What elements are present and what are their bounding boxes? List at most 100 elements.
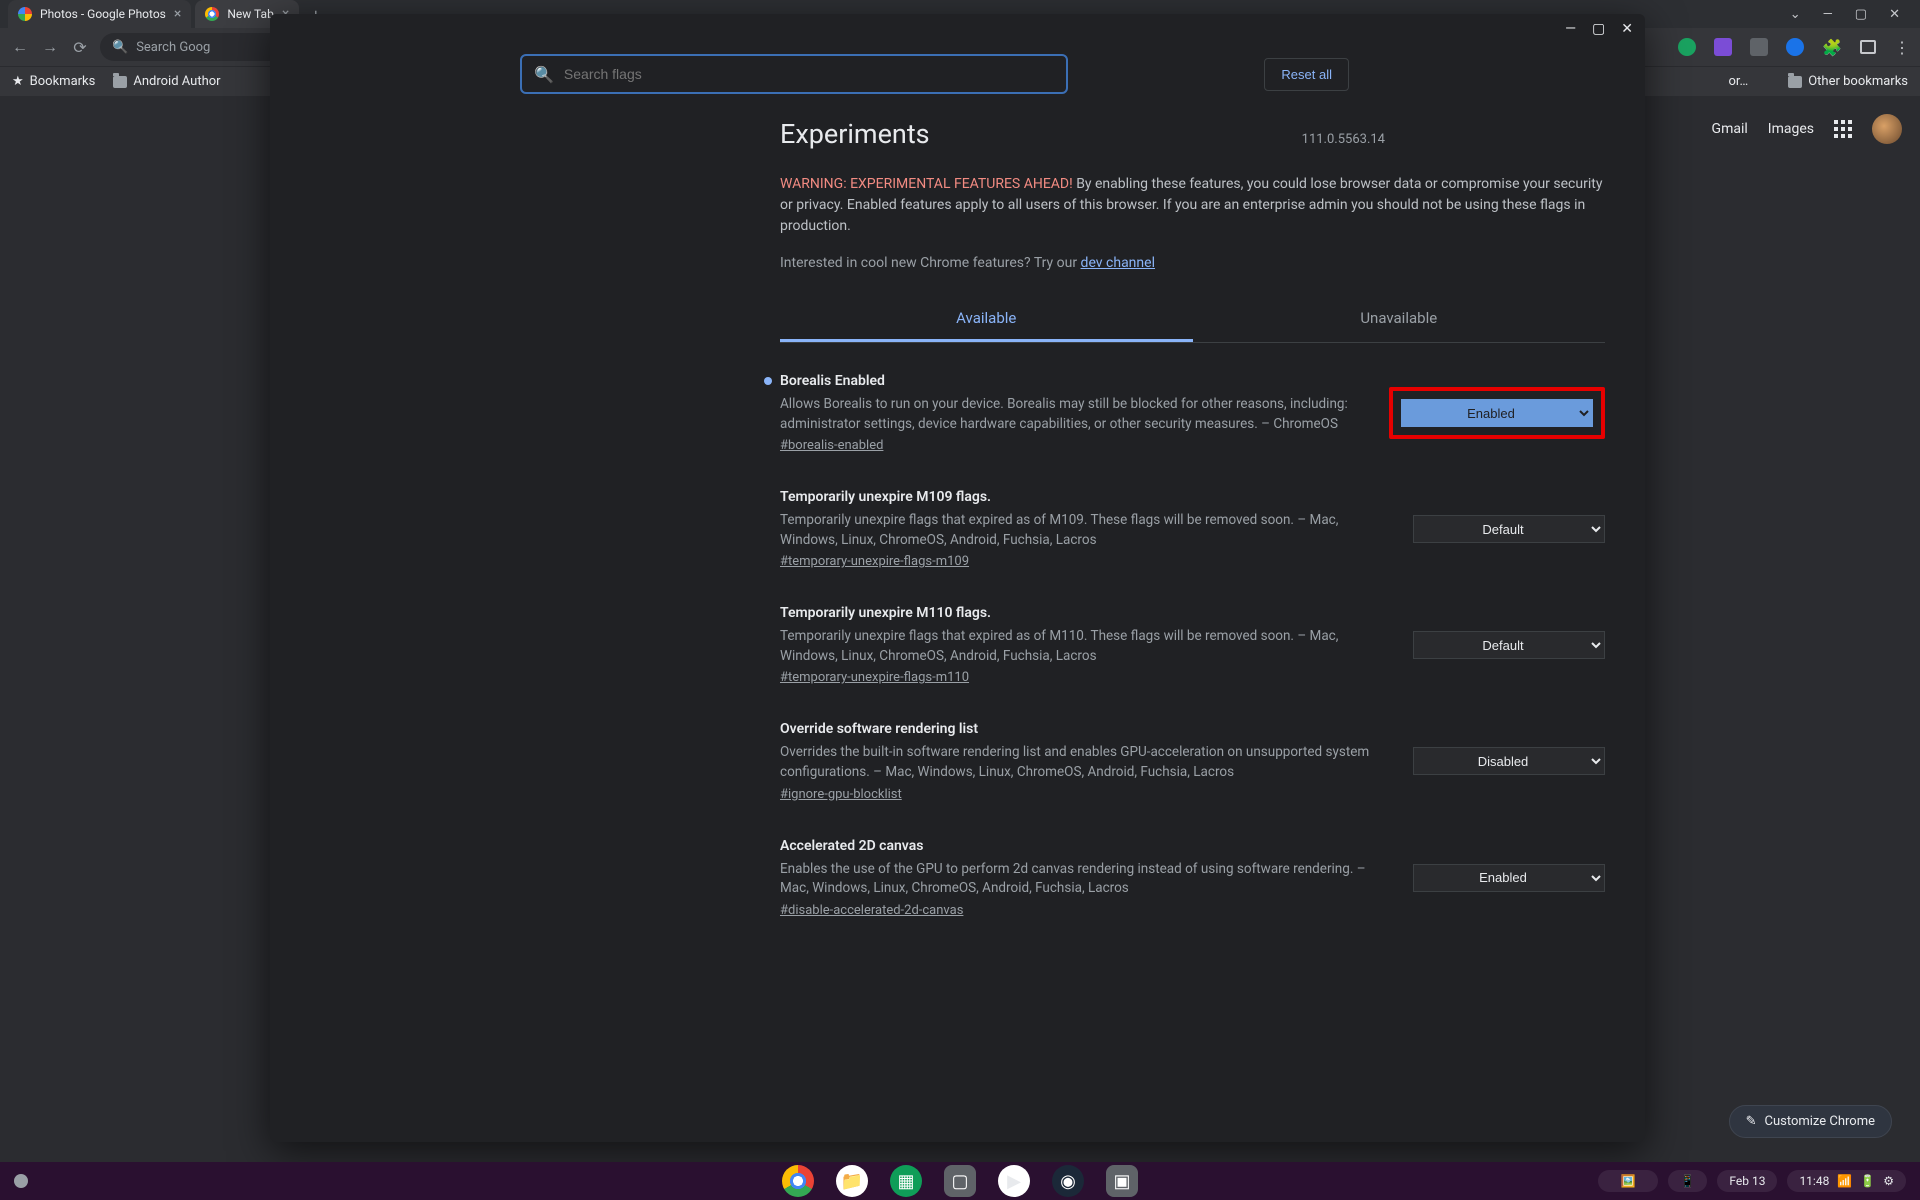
dev-channel-line: Interested in cool new Chrome features? … (780, 255, 1385, 271)
bookmark-folder[interactable]: Android Author (113, 74, 220, 89)
flags-body: Experiments 111.0.5563.14 WARNING: EXPER… (270, 94, 1645, 954)
pencil-icon: ✎ (1746, 1114, 1757, 1129)
flag-text: Accelerated 2D canvas Enables the use of … (780, 838, 1383, 918)
files-icon[interactable]: ▢ (944, 1165, 976, 1197)
flag-select[interactable]: Disabled (1413, 747, 1605, 775)
flag-select[interactable]: Enabled (1413, 864, 1605, 892)
settings-icon: ⚙ (1883, 1174, 1894, 1188)
maximize-icon[interactable]: ▢ (1592, 21, 1605, 37)
date-label: Feb 13 (1729, 1174, 1765, 1188)
flag-desc: Overrides the built-in software renderin… (780, 743, 1383, 782)
launcher-icon[interactable] (14, 1174, 28, 1188)
search-icon: 🔍 (112, 40, 128, 55)
bookmarks-label: Bookmarks (30, 74, 96, 89)
steam-icon[interactable]: ◉ (1052, 1165, 1084, 1197)
extension-icon[interactable] (1714, 38, 1732, 56)
shelf-status: 🖼️ 📱 Feb 13 11:48 📶 🔋 ⚙ (1598, 1170, 1906, 1192)
search-input[interactable]: 🔍 (520, 54, 1068, 94)
tab-unavailable[interactable]: Unavailable (1193, 297, 1606, 342)
dev-prefix: Interested in cool new Chrome features? … (780, 255, 1081, 271)
close-icon[interactable]: ✕ (1889, 7, 1900, 22)
flag-title: Accelerated 2D canvas (780, 838, 1383, 854)
flag-hash-link[interactable]: #borealis-enabled (780, 438, 883, 453)
flag-desc: Enables the use of the GPU to perform 2d… (780, 860, 1383, 899)
flag-title: Temporarily unexpire M110 flags. (780, 605, 1383, 621)
tab-available[interactable]: Available (780, 297, 1193, 342)
reload-icon[interactable]: ⟳ (70, 38, 90, 57)
flag-hash-link[interactable]: #disable-accelerated-2d-canvas (780, 903, 963, 918)
tab-photos[interactable]: Photos - Google Photos × (8, 0, 191, 28)
tab-title: Photos - Google Photos (40, 7, 166, 21)
tote-icon[interactable]: 🖼️ (1598, 1170, 1658, 1192)
sidepanel-icon[interactable] (1860, 40, 1876, 54)
flags-tabs: Available Unavailable (780, 297, 1605, 343)
flag-title-text: Accelerated 2D canvas (780, 838, 923, 854)
flag-row: Borealis EnabledAllows Borealis to run o… (780, 373, 1605, 453)
close-icon[interactable]: ✕ (1621, 21, 1633, 37)
dev-channel-link[interactable]: dev channel (1081, 255, 1155, 271)
flag-select-wrap: Enabled (1389, 373, 1605, 453)
images-link[interactable]: Images (1768, 121, 1814, 137)
flag-hash-link[interactable]: #temporary-unexpire-flags-m109 (780, 554, 969, 569)
flag-select-wrap: Disabled (1413, 721, 1605, 801)
google-photos-icon (18, 7, 32, 21)
customize-label: Customize Chrome (1764, 1114, 1875, 1129)
flags-list: Borealis EnabledAllows Borealis to run o… (780, 373, 1605, 918)
time-label: 11:48 (1799, 1174, 1829, 1188)
drive-icon[interactable]: 📁 (836, 1165, 868, 1197)
flag-select-wrap: Default (1413, 489, 1605, 569)
omnibox-placeholder: Search Goog (136, 40, 210, 55)
flag-hash-link[interactable]: #ignore-gpu-blocklist (780, 787, 902, 802)
extension-icon[interactable] (1786, 38, 1804, 56)
minimize-icon[interactable]: — (1823, 7, 1833, 22)
flag-select[interactable]: Default (1413, 515, 1605, 543)
extension-icon[interactable] (1678, 38, 1696, 56)
flag-select-wrap: Default (1413, 605, 1605, 685)
maximize-icon[interactable]: ▢ (1855, 7, 1867, 22)
app-icon[interactable]: ▣ (1106, 1165, 1138, 1197)
flag-select[interactable]: Enabled (1401, 399, 1593, 427)
flag-text: Override software rendering listOverride… (780, 721, 1383, 801)
chevron-down-icon[interactable]: ⌄ (1790, 7, 1801, 22)
reset-all-button[interactable]: Reset all (1264, 58, 1349, 91)
version: 111.0.5563.14 (1302, 132, 1385, 147)
close-icon[interactable]: × (174, 6, 181, 22)
phone-hub-icon[interactable]: 📱 (1668, 1170, 1707, 1192)
flag-desc: Temporarily unexpire flags that expired … (780, 627, 1383, 666)
flags-titlebar: — ▢ ✕ (270, 14, 1645, 44)
folder-icon (1788, 76, 1802, 88)
search-field[interactable] (564, 66, 1054, 82)
apps-icon[interactable] (1834, 120, 1852, 138)
flag-text: Temporarily unexpire M109 flags.Temporar… (780, 489, 1383, 569)
back-icon[interactable]: ← (10, 37, 30, 57)
page-title: Experiments (780, 118, 930, 150)
flag-row: Accelerated 2D canvas Enables the use of … (780, 838, 1605, 918)
battery-icon: 🔋 (1860, 1174, 1875, 1188)
date-pill[interactable]: Feb 13 (1717, 1170, 1777, 1192)
minimize-icon[interactable]: — (1565, 21, 1576, 37)
flag-desc: Allows Borealis to run on your device. B… (780, 395, 1359, 434)
flag-title-text: Temporarily unexpire M109 flags. (780, 489, 991, 505)
ntp-links: Gmail Images (1712, 114, 1902, 144)
search-icon: 🔍 (534, 65, 554, 84)
extension-icon[interactable] (1750, 38, 1768, 56)
customize-chrome-button[interactable]: ✎ Customize Chrome (1729, 1105, 1892, 1138)
status-tray[interactable]: 11:48 📶 🔋 ⚙ (1787, 1170, 1906, 1192)
menu-icon[interactable]: ⋮ (1894, 38, 1910, 57)
bookmark-overflow[interactable]: or… (1728, 74, 1748, 89)
chrome-icon[interactable] (782, 1165, 814, 1197)
forward-icon[interactable]: → (40, 37, 60, 57)
flag-text: Temporarily unexpire M110 flags. Temporar… (780, 605, 1383, 685)
flag-select-wrap: Enabled (1413, 838, 1605, 918)
flag-row: Override software rendering listOverride… (780, 721, 1605, 801)
flag-hash-link[interactable]: #temporary-unexpire-flags-m110 (780, 670, 969, 685)
other-bookmarks[interactable]: Other bookmarks (1808, 74, 1908, 89)
gmail-link[interactable]: Gmail (1712, 121, 1748, 137)
play-icon[interactable]: ▶ (998, 1165, 1030, 1197)
star-icon: ★ (12, 74, 24, 89)
bookmarks-root[interactable]: ★ Bookmarks (12, 74, 95, 89)
flag-select[interactable]: Default (1413, 631, 1605, 659)
extensions-icon[interactable]: 🧩 (1822, 38, 1842, 57)
sheets-icon[interactable]: ▦ (890, 1165, 922, 1197)
avatar[interactable] (1872, 114, 1902, 144)
